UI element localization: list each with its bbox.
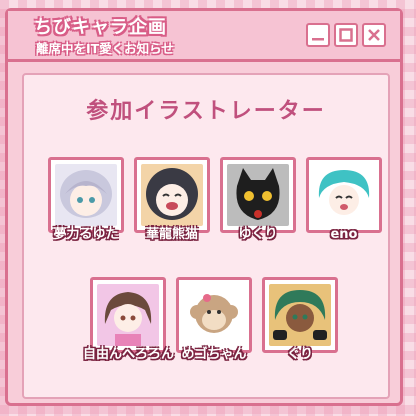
artist-card[interactable]: 自由んへろろん [83,277,174,362]
avatar-silver-hair-icon [55,164,117,226]
maximize-icon [339,28,353,42]
window-controls [306,23,386,47]
artist-name: ゆくり [238,227,278,242]
avatar-black-cat-icon [227,164,289,226]
avatar-brown-twintail-icon [97,284,159,346]
artist-card[interactable]: 華龍熊猫 [134,157,210,242]
app-window: ちびキャラ企画 離席中をIT愛くお知らせ 参加イラストレーター 夢力るゆた 華龍… [5,8,403,406]
minimize-button[interactable] [306,23,330,47]
avatar-dark-hair-icon [141,164,203,226]
window-subtitle: 離席中をIT愛くお知らせ [36,41,174,56]
artist-card[interactable]: 夢力るゆた [48,157,124,242]
artist-card[interactable]: ぐり [262,277,338,362]
maximize-button[interactable] [334,23,358,47]
content-panel: 参加イラストレーター 夢力るゆた 華龍熊猫 ゆくり eno 自由んへろろん めゴ… [22,73,390,399]
artist-name: 夢力るゆた [53,227,119,242]
artist-name: めゴちゃん [181,347,247,362]
title-bar: ちびキャラ企画 離席中をIT愛くお知らせ [8,11,400,62]
artist-name: 華龍熊猫 [145,227,198,242]
artist-name: 自由んへろろん [83,347,175,362]
artist-name: eno [330,227,358,242]
artist-name: ぐり [286,347,313,362]
close-button[interactable] [362,23,386,47]
avatar-green-hair-icon [269,284,331,346]
avatar-teal-hair-icon [313,164,375,226]
artist-card[interactable]: ゆくり [220,157,296,242]
avatar-monkey-icon [183,284,245,346]
minimize-icon [312,38,324,41]
close-icon [368,29,380,41]
artist-card[interactable]: めゴちゃん [176,277,252,362]
page-heading: 参加イラストレーター [86,99,326,124]
window-title: ちびキャラ企画 [34,17,167,38]
artist-card[interactable]: eno [306,157,382,242]
